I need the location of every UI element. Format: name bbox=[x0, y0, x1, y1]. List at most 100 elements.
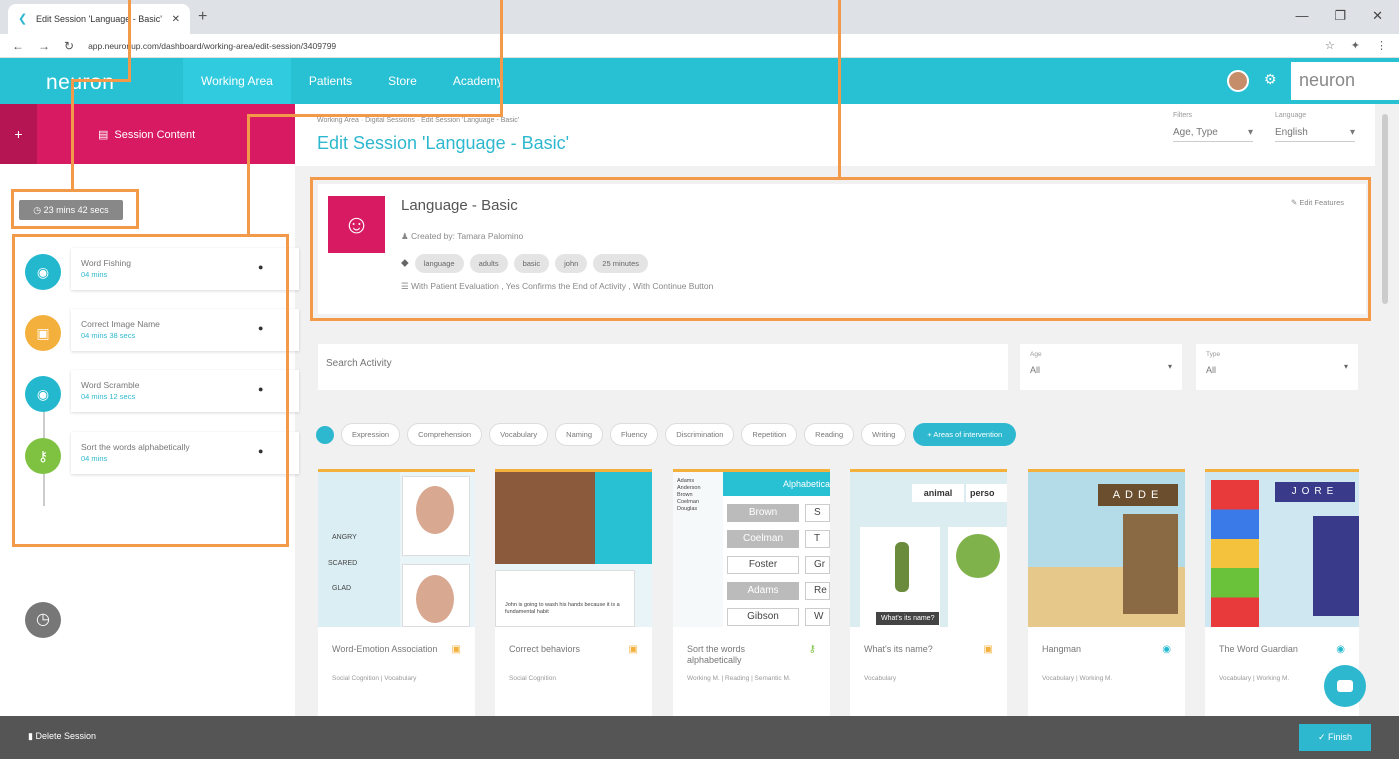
activity-name: Sort the words alphabetically bbox=[687, 644, 746, 665]
session-author: ♟ Created by: Tamara Palomino bbox=[401, 231, 524, 241]
menu-icon[interactable]: ⋮ bbox=[1376, 39, 1387, 52]
type-value: All bbox=[1206, 365, 1217, 375]
session-sidebar: + ▤ Session Content ◷ 23 mins 42 secs ◉ W… bbox=[0, 104, 299, 716]
activity-time: 04 mins bbox=[81, 454, 108, 463]
activity-card[interactable]: Word Scramble 04 mins 12 secs ● bbox=[71, 370, 299, 412]
letter-grid bbox=[1123, 514, 1178, 614]
new-tab-button[interactable]: + bbox=[198, 8, 207, 26]
filters-label: Filters bbox=[1173, 112, 1193, 119]
guardian-letters: JORE bbox=[1275, 482, 1355, 502]
areas-of-intervention-button[interactable]: + Areas of intervention bbox=[913, 423, 1017, 446]
activity-menu-icon[interactable]: ● bbox=[258, 262, 263, 272]
page-title: Edit Session 'Language - Basic' bbox=[317, 133, 570, 153]
calendar-icon: ▣ bbox=[451, 644, 461, 655]
word-button: T bbox=[805, 530, 830, 548]
clock-icon: ◷ bbox=[33, 205, 44, 215]
activity-menu-icon[interactable]: ● bbox=[258, 446, 263, 456]
eye-icon: ◉ bbox=[25, 254, 61, 290]
activity-card[interactable]: Sort the words alphabetically 04 mins ● bbox=[71, 432, 299, 474]
activity-thumbnail: ANGRY SCARED GLAD bbox=[318, 472, 475, 627]
language-select[interactable]: Language English ▾ bbox=[1275, 112, 1355, 142]
word-tile: perso bbox=[966, 484, 1007, 502]
tag: basic bbox=[513, 254, 550, 273]
chip-repetition[interactable]: Repetition bbox=[741, 423, 798, 446]
nav-store[interactable]: Store bbox=[370, 58, 435, 104]
sidebar-activity[interactable]: ◉ Word Scramble 04 mins 12 secs ● bbox=[25, 370, 299, 412]
url-field[interactable]: app.neuronup.com/dashboard/working-area/… bbox=[88, 41, 1311, 51]
bookmark-icon[interactable]: ☆ bbox=[1325, 39, 1335, 52]
nav-patients[interactable]: Patients bbox=[291, 58, 370, 104]
delete-session-button[interactable]: ▮ Delete Session bbox=[28, 731, 96, 742]
activity-menu-icon[interactable]: ● bbox=[258, 323, 263, 333]
close-tab-icon[interactable]: ✕ bbox=[172, 14, 180, 25]
add-time-clock-icon[interactable]: ◷ bbox=[25, 602, 61, 638]
chip-fluency[interactable]: Fluency bbox=[610, 423, 659, 446]
chip-vocabulary[interactable]: Vocabulary bbox=[489, 423, 549, 446]
breadcrumb[interactable]: Working Area · Digital Sessions · Edit S… bbox=[317, 117, 519, 124]
page-scrollbar[interactable] bbox=[1381, 104, 1389, 716]
activity-card[interactable]: animal perso What's its name? What's its… bbox=[850, 469, 1007, 716]
person-image bbox=[895, 542, 909, 592]
minimize-icon[interactable]: — bbox=[1295, 8, 1308, 24]
activity-card[interactable]: Adams Anderson Brown Coelman Douglas Alphabe… bbox=[673, 469, 830, 716]
back-icon[interactable]: ← bbox=[12, 39, 24, 53]
activity-menu-icon[interactable]: ● bbox=[258, 384, 263, 394]
activity-thumbnail: Adams Anderson Brown Coelman Douglas Alphabe… bbox=[673, 472, 830, 627]
activity-name: Word-Emotion Association bbox=[332, 644, 438, 654]
sidebar-activity[interactable]: ⚷ Sort the words alphabetically 04 mins … bbox=[25, 432, 299, 474]
sidebar-activity[interactable]: ▣ Correct Image Name 04 mins 38 secs ● bbox=[25, 309, 299, 351]
extension-icon[interactable]: ✦ bbox=[1351, 39, 1360, 52]
chip-comprehension[interactable]: Comprehension bbox=[407, 423, 483, 446]
session-tags: ⬥ language adults basic john 25 minutes bbox=[401, 254, 648, 273]
word-button: Re bbox=[805, 582, 830, 600]
search-input[interactable] bbox=[326, 358, 826, 369]
sidebar-activity[interactable]: ◉ Word Fishing 04 mins ● bbox=[25, 248, 299, 290]
add-icon[interactable]: + bbox=[0, 104, 37, 164]
chevron-down-icon: ▾ bbox=[1343, 362, 1348, 371]
chip-reading[interactable]: Reading bbox=[804, 423, 855, 446]
language-value: English bbox=[1275, 127, 1308, 138]
finish-button[interactable]: ✓ Finish bbox=[1299, 724, 1371, 751]
tag-icon: ⬥ bbox=[401, 257, 409, 269]
activity-time: 04 mins bbox=[81, 270, 108, 279]
session-timer: ◷ 23 mins 42 secs bbox=[19, 200, 123, 220]
user-avatar[interactable] bbox=[1227, 70, 1249, 92]
activity-card[interactable]: Correct Image Name 04 mins 38 secs ● bbox=[71, 309, 299, 351]
age-select[interactable]: Age All ▾ bbox=[1020, 344, 1182, 390]
emotion-label: GLAD bbox=[332, 585, 352, 592]
filters-select[interactable]: Filters Age, Type ▾ bbox=[1173, 112, 1253, 142]
edit-features-link[interactable]: ✎ Edit Features bbox=[1291, 198, 1344, 207]
chip-naming[interactable]: Naming bbox=[555, 423, 604, 446]
activity-card[interactable]: ANGRY SCARED GLAD Word-Emotion Associati… bbox=[318, 469, 475, 716]
chip-writing[interactable]: Writing bbox=[861, 423, 907, 446]
activity-name: Word Fishing bbox=[81, 258, 131, 268]
type-select[interactable]: Type All ▾ bbox=[1196, 344, 1358, 390]
forward-icon[interactable]: → bbox=[38, 39, 50, 53]
window-controls: — ❐ ✕ bbox=[1295, 8, 1383, 24]
chat-button[interactable] bbox=[1324, 665, 1366, 707]
session-content-title[interactable]: ▤ Session Content bbox=[98, 128, 201, 141]
activity-card[interactable]: ADDE Hangman Vocabulary | Working M. ◉ bbox=[1028, 469, 1185, 716]
chevron-down-icon: ▾ bbox=[1167, 362, 1172, 371]
favicon-icon: ❮ bbox=[18, 13, 28, 25]
activity-card[interactable]: John is going to wash his hands because … bbox=[495, 469, 652, 716]
main-menu: Working Area Patients Store Academy bbox=[183, 58, 521, 104]
check-icon: ✓ bbox=[1317, 732, 1329, 742]
browser-tab-title: Edit Session 'Language - Basic' bbox=[36, 14, 163, 24]
scrollbar-thumb[interactable] bbox=[1382, 114, 1388, 304]
reload-icon[interactable]: ↻ bbox=[64, 39, 74, 53]
chip-expression[interactable]: Expression bbox=[341, 423, 401, 446]
nav-academy[interactable]: Academy bbox=[435, 58, 521, 104]
maximize-icon[interactable]: ❐ bbox=[1334, 8, 1346, 24]
address-bar: ← → ↻ app.neuronup.com/dashboard/working… bbox=[0, 34, 1399, 58]
neuronup-logo[interactable]: neuron bbox=[46, 71, 114, 95]
hangman-letters: ADDE bbox=[1098, 484, 1178, 506]
chip-discrimination[interactable]: Discrimination bbox=[665, 423, 735, 446]
word-button: Brown bbox=[727, 504, 799, 522]
age-value: All bbox=[1030, 365, 1041, 375]
gear-icon[interactable]: ⚙ bbox=[1264, 71, 1277, 88]
close-window-icon[interactable]: ✕ bbox=[1372, 8, 1383, 24]
activity-card[interactable]: Word Fishing 04 mins ● bbox=[71, 248, 299, 290]
nav-working-area[interactable]: Working Area bbox=[183, 58, 291, 104]
browser-tab[interactable]: ❮ Edit Session 'Language - Basic' ✕ bbox=[8, 4, 190, 34]
